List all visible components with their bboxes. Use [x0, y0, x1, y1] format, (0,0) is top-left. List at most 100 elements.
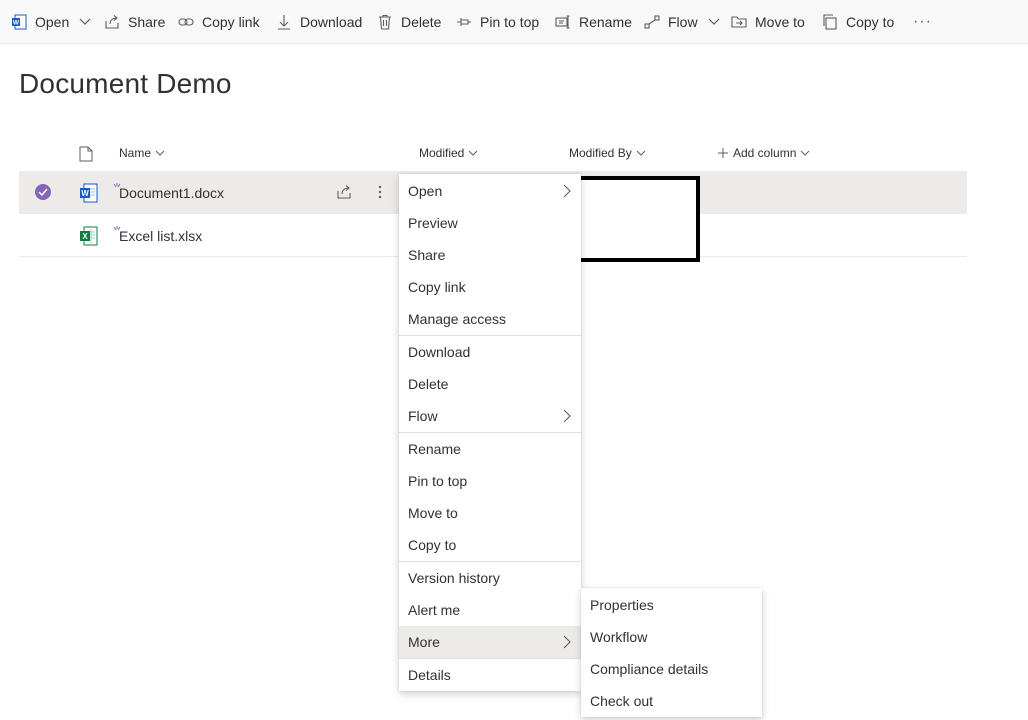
file-name[interactable]: Document1.docx	[119, 185, 224, 201]
context-menu: Open Preview Share Copy link Manage acce…	[399, 174, 581, 691]
command-bar: W Open Share Copy link Download Delete P…	[0, 0, 1028, 44]
share-icon[interactable]	[335, 183, 353, 201]
pin-icon	[456, 14, 472, 30]
copy-link-label: Copy link	[202, 14, 260, 30]
menu-item-label: Delete	[408, 376, 449, 392]
copy-link-button[interactable]: Copy link	[178, 0, 260, 44]
menu-item-label: Open	[408, 183, 443, 199]
pin-to-top-label: Pin to top	[480, 14, 540, 30]
menu-item-label: Version history	[408, 570, 500, 586]
copy-to-label: Copy to	[846, 14, 895, 30]
word-icon: W	[11, 14, 27, 30]
menu-item-download[interactable]: Download	[399, 336, 581, 368]
submenu-item-workflow[interactable]: Workflow	[581, 621, 762, 653]
menu-item-label: Copy to	[408, 537, 457, 553]
excel-file-icon: X	[80, 226, 98, 246]
plus-icon	[718, 148, 728, 158]
rename-button[interactable]: Rename	[555, 0, 632, 44]
rename-label: Rename	[579, 14, 632, 30]
link-icon	[178, 14, 194, 30]
column-header-modified[interactable]: Modified	[419, 146, 478, 160]
chevron-down-icon	[468, 148, 478, 159]
svg-text:W: W	[13, 20, 20, 27]
menu-item-flow[interactable]: Flow	[399, 400, 581, 432]
menu-item-alert-me[interactable]: Alert me	[399, 594, 581, 626]
move-to-icon	[731, 14, 747, 30]
move-to-button[interactable]: Move to	[731, 0, 805, 44]
menu-item-copy-link[interactable]: Copy link	[399, 271, 581, 303]
menu-item-label: Copy link	[408, 279, 466, 295]
menu-item-manage-access[interactable]: Manage access	[399, 303, 581, 335]
delete-label: Delete	[401, 14, 442, 30]
menu-item-pin-to-top[interactable]: Pin to top	[399, 465, 581, 497]
menu-item-label: Workflow	[590, 629, 648, 645]
menu-item-label: Share	[408, 247, 446, 263]
svg-text:X: X	[82, 232, 88, 241]
menu-item-label: Pin to top	[408, 473, 468, 489]
menu-item-share[interactable]: Share	[399, 239, 581, 271]
menu-item-label: Move to	[408, 505, 458, 521]
menu-item-label: Download	[408, 344, 471, 360]
add-column-button[interactable]: Add column	[718, 146, 810, 160]
share-button[interactable]: Share	[104, 0, 165, 44]
menu-item-label: Check out	[590, 693, 654, 709]
delete-button[interactable]: Delete	[377, 0, 441, 44]
file-type-header-icon[interactable]	[79, 146, 93, 162]
menu-item-delete[interactable]: Delete	[399, 368, 581, 400]
chevron-down-icon	[800, 148, 810, 159]
submenu-item-properties[interactable]: Properties	[581, 589, 762, 621]
share-icon	[104, 14, 120, 30]
add-column-label: Add column	[733, 146, 797, 160]
menu-item-copy-to[interactable]: Copy to	[399, 529, 581, 561]
chevron-down-icon	[636, 148, 646, 159]
menu-item-label: Properties	[590, 597, 654, 613]
flow-button[interactable]: Flow	[644, 0, 720, 44]
page-title: Document Demo	[19, 68, 232, 99]
column-header-name-label: Name	[119, 146, 152, 160]
column-header-name[interactable]: Name	[119, 146, 165, 160]
menu-item-details[interactable]: Details	[399, 659, 581, 691]
submenu-item-compliance-details[interactable]: Compliance details	[581, 653, 762, 685]
more-options-icon[interactable]	[371, 183, 389, 201]
copy-icon	[822, 14, 838, 30]
chevron-down-icon	[708, 15, 720, 29]
chevron-right-icon	[562, 635, 572, 649]
more-submenu: Properties Workflow Compliance details C…	[581, 588, 762, 717]
column-header-modified-label: Modified	[419, 146, 465, 160]
download-button[interactable]: Download	[276, 0, 362, 44]
download-icon	[276, 14, 292, 30]
menu-item-label: Rename	[408, 441, 461, 457]
more-actions-button[interactable]: ···	[913, 0, 932, 44]
menu-item-preview[interactable]: Preview	[399, 207, 581, 239]
column-header-modified-by-label: Modified By	[569, 146, 632, 160]
menu-item-label: Flow	[408, 408, 438, 424]
column-header-modified-by[interactable]: Modified By	[569, 146, 646, 160]
menu-item-more[interactable]: More	[399, 626, 581, 658]
share-label: Share	[128, 14, 166, 30]
menu-item-rename[interactable]: Rename	[399, 433, 581, 465]
copy-to-button[interactable]: Copy to	[822, 0, 894, 44]
download-label: Download	[300, 14, 363, 30]
pin-to-top-button[interactable]: Pin to top	[456, 0, 539, 44]
redacted-box	[575, 176, 700, 262]
selected-check-icon[interactable]	[35, 184, 51, 200]
menu-item-version-history[interactable]: Version history	[399, 562, 581, 594]
submenu-item-check-out[interactable]: Check out	[581, 685, 762, 717]
chevron-down-icon	[79, 15, 91, 29]
trash-icon	[377, 14, 393, 30]
menu-item-move-to[interactable]: Move to	[399, 497, 581, 529]
menu-item-label: Manage access	[408, 311, 507, 327]
open-label: Open	[35, 14, 70, 30]
move-to-label: Move to	[755, 14, 805, 30]
menu-item-open[interactable]: Open	[399, 175, 581, 207]
menu-item-label: Preview	[408, 215, 458, 231]
menu-item-label: More	[408, 634, 440, 650]
menu-item-label: Compliance details	[590, 661, 709, 677]
file-name[interactable]: Excel list.xlsx	[119, 228, 202, 244]
open-button[interactable]: W Open	[11, 0, 91, 44]
chevron-right-icon	[562, 184, 572, 198]
chevron-down-icon	[155, 148, 165, 159]
menu-item-label: Alert me	[408, 602, 461, 618]
chevron-right-icon	[562, 409, 572, 423]
more-icon: ···	[913, 13, 932, 30]
